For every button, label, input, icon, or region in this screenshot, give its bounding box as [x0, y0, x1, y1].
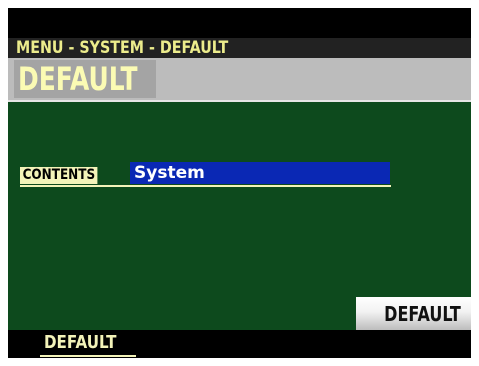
- tab-underline: [40, 355, 136, 357]
- footer-bar: DEFAULT: [8, 330, 471, 358]
- contents-label: CONTENTS: [20, 167, 98, 184]
- tab-default[interactable]: DEFAULT: [38, 330, 138, 358]
- settings-panel: CONTENTS System DEFAULT: [8, 102, 471, 330]
- title-bar: DEFAULT: [8, 58, 471, 100]
- breadcrumb-bar: MENU - SYSTEM - DEFAULT: [8, 38, 471, 58]
- default-button[interactable]: DEFAULT: [356, 297, 471, 330]
- parameter-underline: [20, 185, 391, 187]
- page-title: DEFAULT: [18, 60, 138, 98]
- contents-value: System: [134, 163, 205, 183]
- tab-default-label: DEFAULT: [44, 332, 117, 353]
- default-button-label: DEFAULT: [384, 302, 461, 326]
- title-box: DEFAULT: [14, 60, 156, 98]
- display-screen: MENU - SYSTEM - DEFAULT DEFAULT CONTENTS…: [8, 8, 471, 358]
- contents-value-field[interactable]: System: [130, 162, 390, 184]
- breadcrumb: MENU - SYSTEM - DEFAULT: [16, 38, 229, 58]
